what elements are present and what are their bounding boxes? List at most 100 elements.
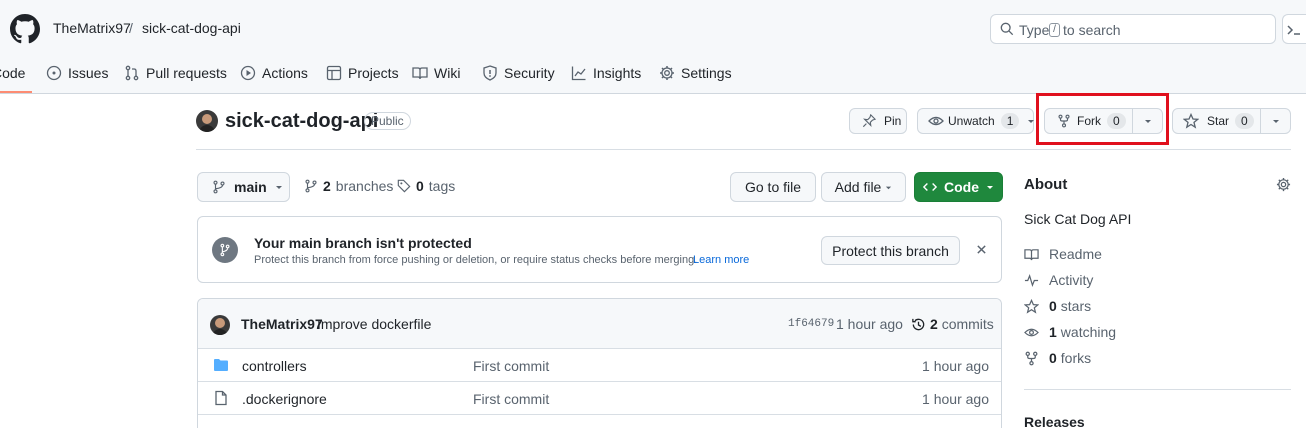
star-button[interactable]: Star 0 xyxy=(1172,108,1261,134)
file-time: 1 hour ago xyxy=(922,358,989,374)
commits-link[interactable]: 2 commits xyxy=(930,316,994,332)
file-commit-message[interactable]: First commit xyxy=(473,391,549,407)
tab-projects[interactable]: Projects xyxy=(326,62,399,84)
close-icon[interactable] xyxy=(976,244,987,255)
avatar[interactable] xyxy=(196,110,218,132)
tab-issues[interactable]: Issues xyxy=(46,62,108,84)
star-label: Star xyxy=(1207,114,1230,128)
about-description: Sick Cat Dog API xyxy=(1024,211,1132,227)
tab-actions[interactable]: Actions xyxy=(240,62,308,84)
caret-down-icon xyxy=(1027,117,1035,125)
code-icon xyxy=(923,180,937,194)
stars-count: 0 xyxy=(1049,298,1057,314)
caret-down-icon xyxy=(1272,117,1280,125)
go-to-file-button[interactable]: Go to file xyxy=(730,172,816,202)
star-icon xyxy=(1183,113,1199,129)
active-tab-indicator xyxy=(0,91,32,93)
protect-branch-label: Protect this branch xyxy=(832,242,949,259)
command-palette-button[interactable] xyxy=(1282,14,1306,44)
pin-button[interactable]: Pin xyxy=(849,108,907,134)
file-icon xyxy=(213,390,229,406)
activity-link[interactable]: Activity xyxy=(1024,270,1093,290)
commit-message[interactable]: Improve dockerfile xyxy=(317,316,431,332)
repo-name[interactable]: sick-cat-dog-api xyxy=(225,110,378,133)
header-divider xyxy=(196,149,1291,150)
eye-icon xyxy=(1024,325,1039,340)
file-name[interactable]: controllers xyxy=(242,358,307,374)
commits-label: commits xyxy=(941,316,994,332)
add-file-button[interactable]: Add file xyxy=(821,172,906,202)
tags-link[interactable]: 0 tags xyxy=(397,178,455,194)
readme-label: Readme xyxy=(1049,246,1102,262)
file-table: TheMatrix97 Improve dockerfile 1f64679 1… xyxy=(197,298,1002,428)
go-to-file-label: Go to file xyxy=(744,179,802,195)
star-dropdown-button[interactable] xyxy=(1260,108,1291,134)
watching-link[interactable]: 1 watching xyxy=(1024,322,1116,342)
star-counter: 0 xyxy=(1235,113,1254,129)
unwatch-button[interactable]: Unwatch 1 xyxy=(917,108,1035,134)
commit-author[interactable]: TheMatrix97 xyxy=(241,316,323,332)
branch-select[interactable]: main xyxy=(197,172,290,202)
table-row[interactable]: .dockerignore First commit 1 hour ago xyxy=(198,381,1001,414)
code-label: Code xyxy=(944,179,979,195)
folder-icon xyxy=(213,357,229,373)
code-button[interactable]: Code xyxy=(914,172,1003,202)
file-name[interactable]: .dockerignore xyxy=(242,391,327,407)
tab-label: Actions xyxy=(262,65,308,81)
search-placeholder-pre: Type xyxy=(1019,22,1050,38)
activity-label: Activity xyxy=(1049,272,1094,288)
caret-down-icon xyxy=(885,184,892,191)
releases-title[interactable]: Releases xyxy=(1024,414,1085,428)
tag-icon xyxy=(397,179,411,193)
readme-link[interactable]: Readme xyxy=(1024,244,1102,264)
caret-down-icon xyxy=(986,183,994,191)
watching-label: watching xyxy=(1060,324,1117,340)
history-icon xyxy=(911,317,926,332)
stars-link[interactable]: 0 stars xyxy=(1024,296,1091,316)
sidebar-divider xyxy=(1024,389,1291,390)
tab-label: Settings xyxy=(681,65,732,81)
watch-counter: 1 xyxy=(1000,113,1020,129)
highlight-box xyxy=(1036,93,1169,145)
branches-link[interactable]: 2 branches xyxy=(304,178,393,194)
tags-count: 0 xyxy=(416,178,424,194)
branches-count: 2 xyxy=(323,178,331,194)
branch-icon xyxy=(212,237,238,263)
gear-icon[interactable] xyxy=(1276,177,1291,192)
tab-settings[interactable]: Settings xyxy=(659,62,732,84)
gear-icon xyxy=(659,65,675,81)
tab-security[interactable]: Security xyxy=(482,62,555,84)
unwatch-label: Unwatch xyxy=(948,114,995,128)
tab-code[interactable]: Code xyxy=(0,62,25,84)
table-icon xyxy=(326,65,342,81)
learn-more-link[interactable]: Learn more xyxy=(693,254,749,266)
tab-insights[interactable]: Insights xyxy=(571,62,641,84)
commit-time: 1 hour ago xyxy=(836,316,903,332)
breadcrumb-owner[interactable]: TheMatrix97 xyxy=(53,20,131,36)
tab-wiki[interactable]: Wiki xyxy=(412,62,460,84)
graph-icon xyxy=(571,65,587,81)
protect-banner: Your main branch isn't protected Protect… xyxy=(197,216,1002,283)
pin-label: Pin xyxy=(884,114,902,128)
commit-sha[interactable]: 1f64679 xyxy=(788,318,834,330)
github-logo-icon[interactable] xyxy=(10,14,40,44)
latest-commit-bar: TheMatrix97 Improve dockerfile 1f64679 1… xyxy=(198,299,1001,348)
tab-pull-requests[interactable]: Pull requests xyxy=(124,62,227,84)
table-row[interactable]: controllers First commit 1 hour ago xyxy=(198,348,1001,381)
book-icon xyxy=(412,65,428,81)
search-shortcut-key: / xyxy=(1049,23,1060,37)
breadcrumb-repo[interactable]: sick-cat-dog-api xyxy=(142,20,241,36)
pull-request-icon xyxy=(124,65,140,81)
branch-icon xyxy=(212,180,226,194)
star-icon xyxy=(1024,298,1039,314)
protect-branch-button[interactable]: Protect this branch xyxy=(821,236,960,265)
protect-description: Protect this branch from force pushing o… xyxy=(254,254,698,266)
file-commit-message[interactable]: First commit xyxy=(473,358,549,374)
search-input[interactable]: Type / to search xyxy=(990,14,1276,44)
forks-link[interactable]: 0 forks xyxy=(1024,348,1091,368)
tab-label: Security xyxy=(504,65,555,81)
avatar[interactable] xyxy=(210,315,230,335)
eye-icon xyxy=(928,113,944,129)
tab-label: Code xyxy=(0,65,26,81)
table-row[interactable] xyxy=(198,414,1001,428)
